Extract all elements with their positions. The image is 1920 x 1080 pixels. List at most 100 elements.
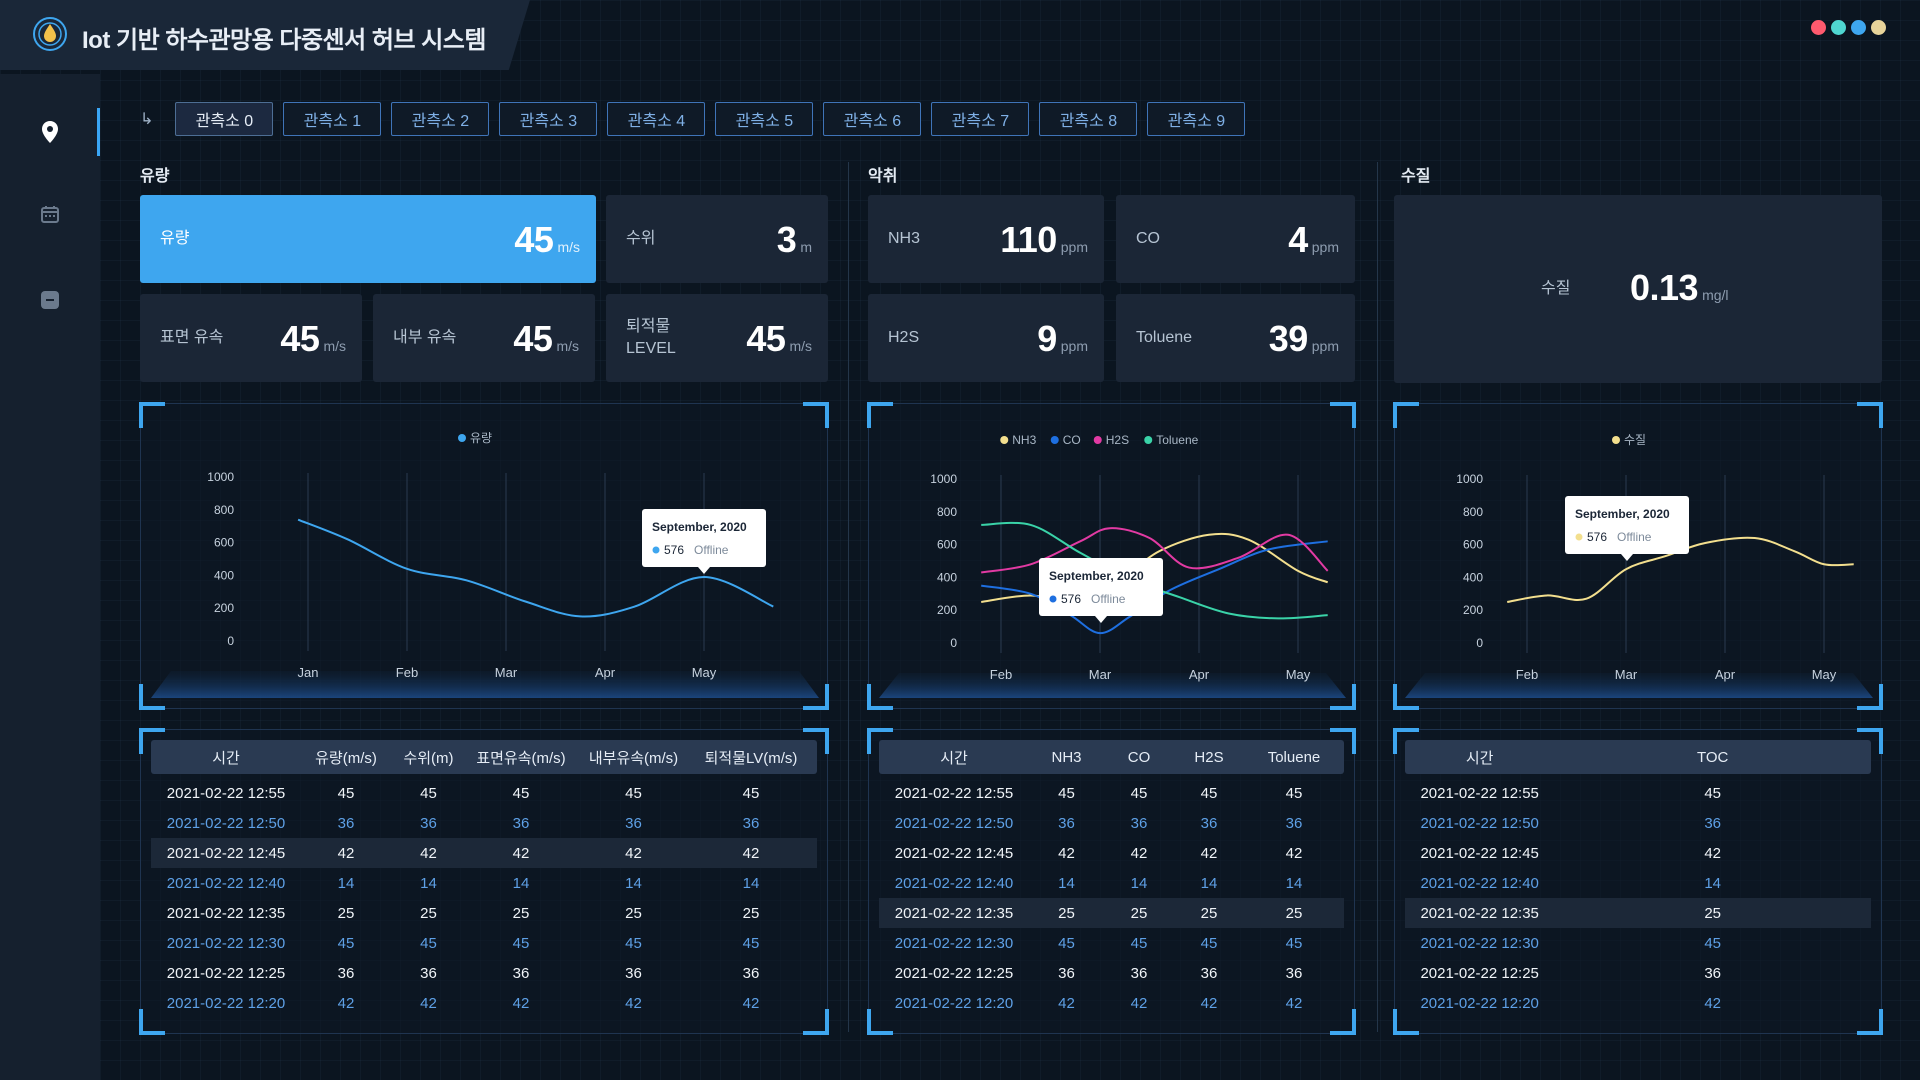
table-row[interactable]: 2021-02-22 12:20 42 42 42 42 42 [151,988,817,1018]
tab-station-2[interactable]: 관측소 2 [391,102,490,136]
table-row[interactable]: 2021-02-22 12:50 36 36 36 36 [879,808,1344,838]
sidebar-item-chat[interactable] [0,272,100,328]
table-cell: 45 [337,784,355,802]
tab-station-9[interactable]: 관측소 9 [1147,102,1246,136]
table-cell: 42 [420,844,437,862]
table-cell: 42 [1058,844,1075,862]
table-row[interactable]: 2021-02-22 12:55 45 45 45 45 45 [151,778,817,808]
metric-card-flow: 유량 45 m/s [140,195,596,283]
window-dot[interactable] [1811,20,1826,35]
calendar-icon [41,206,59,223]
chart-tooltip: September, 2020 576 Offline [642,509,766,574]
panel-corner-bracket [803,728,829,754]
window-dot[interactable] [1871,20,1886,35]
table-row[interactable]: 2021-02-22 12:30 45 45 45 45 [879,928,1344,958]
table-row[interactable]: 2021-02-22 12:20 42 [1405,988,1871,1018]
table-row[interactable]: 2021-02-22 12:55 45 [1405,778,1871,808]
metric-card-flow: 내부 유속 45 m/s [373,294,595,382]
y-tick-label: 200 [937,603,957,617]
table-row[interactable]: 2021-02-22 12:45 42 42 42 42 [879,838,1344,868]
table-cell: 14 [1058,874,1075,892]
table-cell: 42 [1058,994,1075,1012]
table-cell: 36 [1200,964,1218,982]
divider [848,162,849,1032]
panel-corner-bracket [1330,1009,1356,1035]
window-dot[interactable] [1831,20,1846,35]
table-cell: 2021-02-22 12:45 [894,844,1014,862]
table-cell: 36 [1285,814,1303,832]
metric-value-group: 110 ppm [1000,219,1088,261]
panel-corner-bracket [139,1009,165,1035]
table-row[interactable]: 2021-02-22 12:50 36 36 36 36 36 [151,808,817,838]
y-tick-label: 800 [214,503,234,517]
table-row[interactable]: 2021-02-22 12:35 25 25 25 25 [879,898,1344,928]
table-cell: 2021-02-22 12:55 [1420,784,1539,802]
sidebar-item-calendar[interactable] [0,186,100,242]
table-cell: 14 [742,874,760,892]
metric-label: CO [1136,230,1160,247]
x-tick-label: May [1286,667,1311,682]
chart-tooltip: September, 2020 576 Offline [1039,558,1163,623]
table-row[interactable]: 2021-02-22 12:45 42 [1405,838,1871,868]
table-row[interactable]: 2021-02-22 12:55 45 45 45 45 [879,778,1344,808]
tab-station-0[interactable]: 관측소 0 [175,102,274,136]
table-row[interactable]: 2021-02-22 12:25 36 36 36 36 36 [151,958,817,988]
table-row[interactable]: 2021-02-22 12:30 45 [1405,928,1871,958]
table-cell: 14 [1130,874,1148,892]
table-cell: 2021-02-22 12:55 [894,784,1014,802]
table-row[interactable]: 2021-02-22 12:35 25 [1405,898,1871,928]
table-row[interactable]: 2021-02-22 12:25 36 36 36 36 [879,958,1344,988]
table-row[interactable]: 2021-02-22 12:45 42 42 42 42 42 [151,838,817,868]
panel-corner-bracket [1330,402,1356,428]
table-row[interactable]: 2021-02-22 12:40 14 [1405,868,1871,898]
metric-unit: m/s [323,338,346,354]
metric-label: Toluene [1136,329,1193,346]
table-cell: 45 [337,934,355,952]
table-row[interactable]: 2021-02-22 12:30 45 45 45 45 45 [151,928,817,958]
panel-corner-bracket [1857,728,1883,754]
section-title-odor: 악취 [868,168,898,185]
tab-station-1[interactable]: 관측소 1 [283,102,382,136]
tab-station-3[interactable]: 관측소 3 [499,102,598,136]
tab-station-8[interactable]: 관측소 8 [1039,102,1138,136]
tab-station-6[interactable]: 관측소 6 [823,102,922,136]
panel-corner-bracket [803,402,829,428]
metric-unit: ppm [1311,239,1339,255]
metric-value-group: 45 m/s [514,219,580,261]
panel-corner-bracket [139,728,165,754]
table-cell: 36 [625,964,642,982]
tooltip-title: September, 2020 [1049,569,1144,583]
window-dot[interactable] [1851,20,1866,35]
window-dots [1811,20,1886,35]
legend-marker [458,434,466,442]
sidebar-item-location[interactable] [0,104,100,160]
panel-corner-bracket [1393,1009,1419,1035]
table-row[interactable]: 2021-02-22 12:25 36 [1405,958,1871,988]
table-cell: 2021-02-22 12:45 [166,844,286,862]
table-cell: 2021-02-22 12:35 [894,904,1014,922]
table-row[interactable]: 2021-02-22 12:20 42 42 42 42 [879,988,1344,1018]
metric-unit: mg/l [1702,287,1729,303]
table-cell: 2021-02-22 12:55 [166,784,286,802]
metric-card-flow: 퇴적물 LEVEL 45 m/s [606,294,828,382]
table-cell: 45 [625,934,642,952]
table-cell: 2021-02-22 12:20 [894,994,1014,1012]
legend-marker [1050,436,1059,444]
table-cell: 45 [1285,934,1303,952]
chart-floor [1405,673,1873,698]
legend-label: 유량 [470,431,492,445]
table-cell: 42 [512,994,530,1012]
tab-station-4[interactable]: 관측소 4 [607,102,706,136]
table-cell: 2021-02-22 12:25 [894,964,1014,982]
table-row[interactable]: 2021-02-22 12:50 36 [1405,808,1871,838]
table-cell: 42 [625,994,642,1012]
y-tick-label: 1000 [1456,472,1483,486]
metric-label: H2S [888,329,920,346]
table-cell: 45 [625,784,642,802]
tab-station-7[interactable]: 관측소 7 [931,102,1030,136]
tooltip-title: September, 2020 [1575,507,1670,521]
table-row[interactable]: 2021-02-22 12:35 25 25 25 25 25 [151,898,817,928]
tab-station-5[interactable]: 관측소 5 [715,102,814,136]
table-row[interactable]: 2021-02-22 12:40 14 14 14 14 14 [151,868,817,898]
table-row[interactable]: 2021-02-22 12:40 14 14 14 14 [879,868,1344,898]
